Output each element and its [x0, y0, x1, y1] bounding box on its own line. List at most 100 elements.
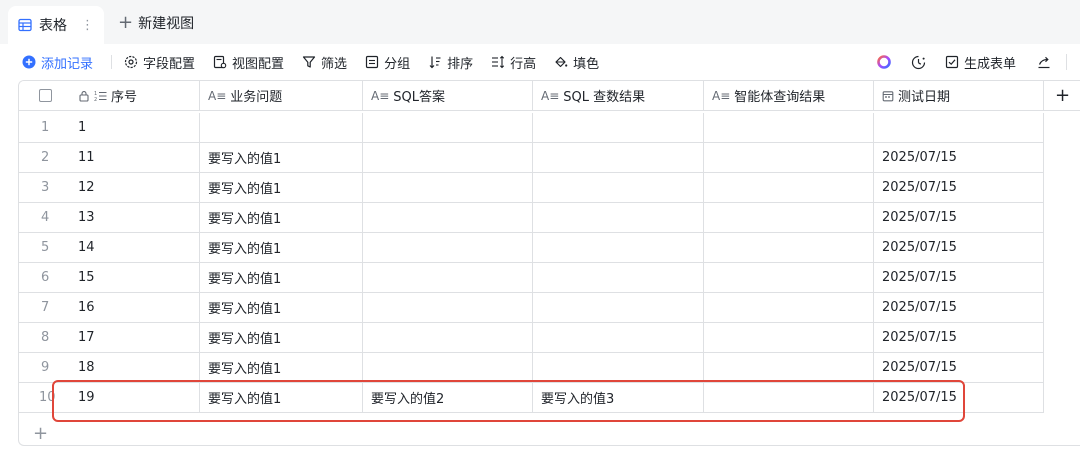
view-config-button[interactable]: 视图配置: [213, 53, 284, 72]
cell-business-question[interactable]: 要写入的值1: [200, 323, 363, 353]
cell-sql-answer[interactable]: [363, 323, 533, 353]
cell-business-question[interactable]: 要写入的值1: [200, 263, 363, 293]
cell-test-date[interactable]: 2025/07/15: [874, 203, 1044, 233]
fill-color-button[interactable]: 填色: [554, 53, 599, 72]
cell-test-date[interactable]: 2025/07/15: [874, 143, 1044, 173]
cell-agent-result[interactable]: [704, 353, 874, 383]
cell-agent-result[interactable]: [704, 143, 874, 173]
cell-test-date[interactable]: 2025/07/15: [874, 353, 1044, 383]
cell-sql-result[interactable]: [533, 143, 704, 173]
cell-sql-answer[interactable]: [363, 173, 533, 203]
group-button[interactable]: 分组: [365, 53, 410, 72]
table-row[interactable]: 3 12 要写入的值1 2025/07/15: [19, 173, 1080, 203]
cell-business-question[interactable]: 要写入的值1: [200, 203, 363, 233]
cell-seq[interactable]: 16: [74, 293, 200, 323]
ai-assistant-button[interactable]: [876, 44, 892, 80]
add-row-button[interactable]: +: [19, 419, 1080, 445]
table-row[interactable]: 8 17 要写入的值1 2025/07/15: [19, 323, 1080, 353]
column-header-sql-answer[interactable]: A≡ SQL答案: [363, 81, 533, 111]
cell-sql-answer[interactable]: [363, 233, 533, 263]
add-column-button[interactable]: +: [1044, 81, 1080, 111]
tab-table-view[interactable]: 表格 ⋮: [8, 6, 104, 44]
cell-business-question[interactable]: [200, 113, 363, 143]
table-row[interactable]: 7 16 要写入的值1 2025/07/15: [19, 293, 1080, 323]
view-settings-icon: [213, 55, 227, 69]
cell-business-question[interactable]: 要写入的值1: [200, 293, 363, 323]
cell-business-question[interactable]: 要写入的值1: [200, 233, 363, 263]
cell-sql-result[interactable]: [533, 203, 704, 233]
column-header-business-question[interactable]: A≡ 业务问题: [200, 81, 363, 111]
select-all-cell[interactable]: [19, 81, 74, 111]
cell-test-date[interactable]: 2025/07/15: [874, 233, 1044, 263]
column-header-sql-answer-label: SQL答案: [393, 90, 445, 105]
cell-seq[interactable]: 19: [74, 383, 200, 413]
table-row[interactable]: 2 11 要写入的值1 2025/07/15: [19, 143, 1080, 173]
cell-seq[interactable]: 13: [74, 203, 200, 233]
cell-sql-answer[interactable]: [363, 293, 533, 323]
table-row[interactable]: 5 14 要写入的值1 2025/07/15: [19, 233, 1080, 263]
cell-agent-result[interactable]: [704, 113, 874, 143]
cell-seq[interactable]: 17: [74, 323, 200, 353]
cell-seq[interactable]: 14: [74, 233, 200, 263]
cell-sql-result[interactable]: [533, 113, 704, 143]
cell-business-question[interactable]: 要写入的值1: [200, 173, 363, 203]
cell-seq[interactable]: 18: [74, 353, 200, 383]
column-header-seq[interactable]: 12 序号: [74, 81, 200, 111]
cell-test-date[interactable]: 2025/07/15: [874, 323, 1044, 353]
cell-sql-answer[interactable]: 要写入的值2: [363, 383, 533, 413]
cell-sql-result[interactable]: [533, 233, 704, 263]
add-record-button[interactable]: 添加记录: [22, 53, 93, 72]
cell-test-date[interactable]: 2025/07/15: [874, 263, 1044, 293]
sort-button[interactable]: 排序: [428, 53, 473, 72]
cell-agent-result[interactable]: [704, 173, 874, 203]
column-header-sql-result[interactable]: A≡ SQL 查数结果: [533, 81, 704, 111]
cell-sql-result[interactable]: [533, 293, 704, 323]
more-vertical-icon[interactable]: ⋮: [81, 18, 94, 33]
table-row[interactable]: 6 15 要写入的值1 2025/07/15: [19, 263, 1080, 293]
table-row[interactable]: 4 13 要写入的值1 2025/07/15: [19, 203, 1080, 233]
cell-agent-result[interactable]: [704, 263, 874, 293]
row-index: 9: [19, 353, 74, 383]
cell-sql-result[interactable]: 要写入的值3: [533, 383, 704, 413]
table-row[interactable]: 10 19 要写入的值1 要写入的值2 要写入的值3 2025/07/15: [19, 383, 1080, 413]
cell-sql-answer[interactable]: [363, 203, 533, 233]
row-index: 7: [19, 293, 74, 323]
row-height-button[interactable]: 行高: [491, 53, 536, 72]
column-header-test-date[interactable]: 测试日期: [874, 81, 1044, 111]
cell-business-question[interactable]: 要写入的值1: [200, 383, 363, 413]
table-row[interactable]: 1 1: [19, 113, 1080, 143]
column-header-agent-result[interactable]: A≡ 智能体查询结果: [704, 81, 874, 111]
cell-test-date[interactable]: 2025/07/15: [874, 383, 1044, 413]
cell-sql-result[interactable]: [533, 323, 704, 353]
cell-business-question[interactable]: 要写入的值1: [200, 143, 363, 173]
cell-agent-result[interactable]: [704, 323, 874, 353]
cell-test-date[interactable]: 2025/07/15: [874, 173, 1044, 203]
cell-seq[interactable]: 15: [74, 263, 200, 293]
cell-sql-answer[interactable]: [363, 113, 533, 143]
select-all-checkbox[interactable]: [39, 89, 52, 102]
cell-sql-result[interactable]: [533, 173, 704, 203]
text-field-icon: A≡: [208, 88, 227, 103]
cell-seq[interactable]: 12: [74, 173, 200, 203]
cell-seq[interactable]: 1: [74, 113, 200, 143]
cell-seq[interactable]: 11: [74, 143, 200, 173]
cell-sql-answer[interactable]: [363, 143, 533, 173]
cell-business-question[interactable]: 要写入的值1: [200, 353, 363, 383]
cell-sql-answer[interactable]: [363, 263, 533, 293]
filter-button[interactable]: 筛选: [302, 53, 347, 72]
cell-agent-result[interactable]: [704, 293, 874, 323]
table-row[interactable]: 9 18 要写入的值1 2025/07/15: [19, 353, 1080, 383]
cell-sql-result[interactable]: [533, 353, 704, 383]
new-view-button[interactable]: + 新建视图: [118, 13, 194, 33]
generate-form-button[interactable]: 生成表单: [945, 44, 1016, 80]
share-button[interactable]: [1037, 44, 1051, 80]
cell-test-date[interactable]: 2025/07/15: [874, 293, 1044, 323]
cell-sql-answer[interactable]: [363, 353, 533, 383]
field-config-button[interactable]: 字段配置: [124, 53, 195, 72]
cell-agent-result[interactable]: [704, 383, 874, 413]
cell-agent-result[interactable]: [704, 203, 874, 233]
cell-test-date[interactable]: [874, 113, 1044, 143]
cell-sql-result[interactable]: [533, 263, 704, 293]
history-button[interactable]: [911, 44, 926, 80]
cell-agent-result[interactable]: [704, 233, 874, 263]
